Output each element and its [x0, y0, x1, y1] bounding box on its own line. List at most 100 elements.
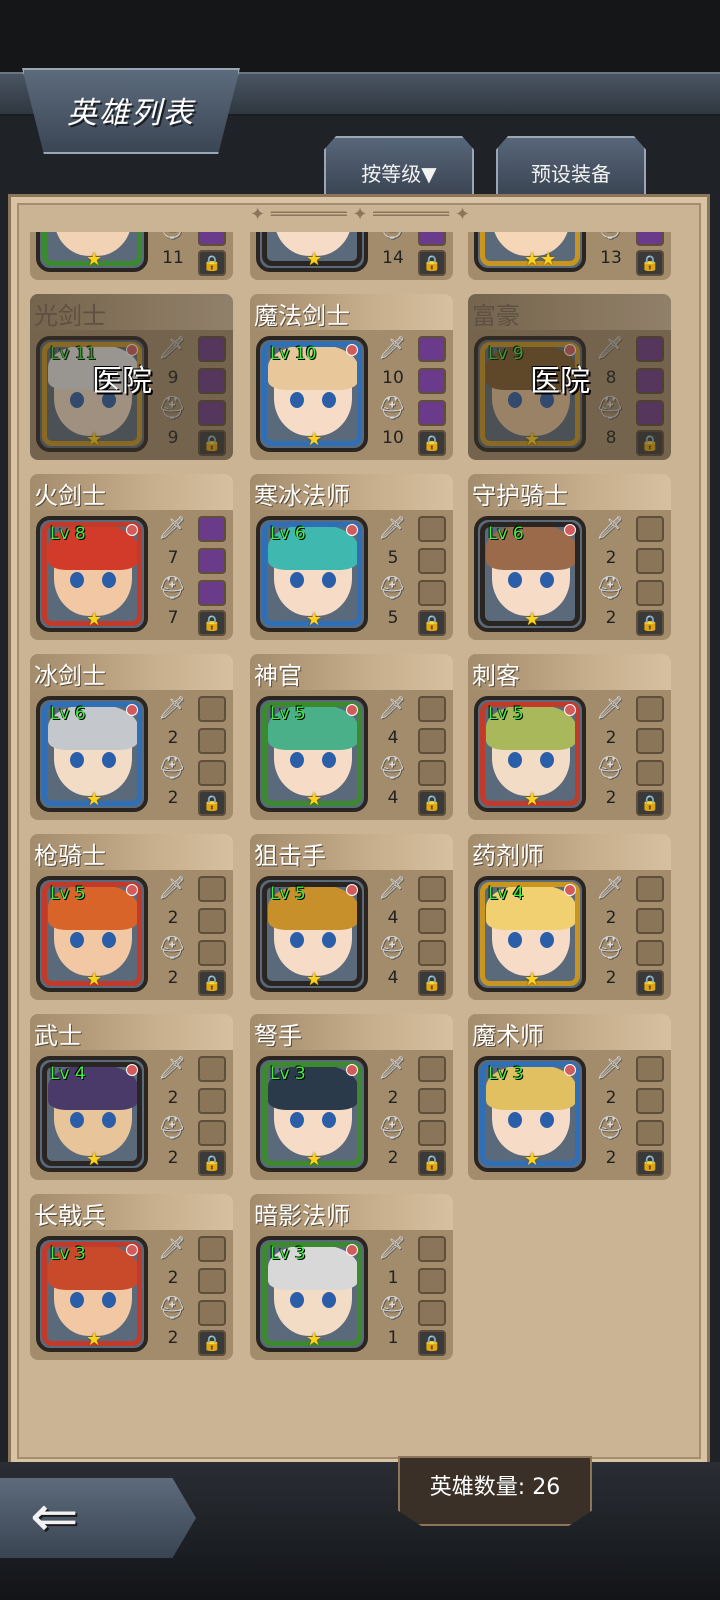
equipment-slot[interactable]: [418, 548, 446, 574]
hero-portrait[interactable]: Lv 3 ★: [256, 1056, 368, 1172]
equipment-slot[interactable]: [198, 548, 226, 574]
lock-icon[interactable]: 🔒: [198, 970, 226, 996]
hero-card[interactable]: 冰剑士 Lv 6 ★ 🗡 2 ⛑ 2 🔒: [30, 654, 233, 820]
hero-portrait[interactable]: Lv 5 ★: [256, 876, 368, 992]
equipment-slot[interactable]: [198, 1268, 226, 1294]
hero-card[interactable]: 狙击手 Lv 5 ★ 🗡 4 ⛑ 4 🔒: [250, 834, 453, 1000]
equipment-slot[interactable]: [418, 728, 446, 754]
lock-icon[interactable]: 🔒: [636, 1150, 664, 1176]
equipment-slot[interactable]: [418, 696, 446, 722]
equipment-slot[interactable]: [418, 908, 446, 934]
hero-card[interactable]: 枪骑士 Lv 5 ★ 🗡 2 ⛑ 2 🔒: [30, 834, 233, 1000]
hero-card[interactable]: 暗影法师 Lv 3 ★ 🗡 1 ⛑ 1 🔒: [250, 1194, 453, 1360]
equipment-slot[interactable]: [198, 580, 226, 606]
hero-card[interactable]: 寒冰法师 Lv 6 ★ 🗡 5 ⛑ 5 🔒: [250, 474, 453, 640]
equipment-slot[interactable]: [418, 1268, 446, 1294]
equipment-slot[interactable]: [636, 696, 664, 722]
lock-icon[interactable]: 🔒: [418, 610, 446, 636]
hero-portrait[interactable]: Lv 15★★: [474, 232, 586, 272]
equipment-slot[interactable]: [636, 876, 664, 902]
hero-card[interactable]: 守护骑士 Lv 6 ★ 🗡 2 ⛑ 2 🔒: [468, 474, 671, 640]
lock-icon[interactable]: 🔒: [418, 1150, 446, 1176]
hero-portrait[interactable]: Lv 6 ★: [36, 696, 148, 812]
hero-card[interactable]: Lv 15★★🗡13⛑13🔒: [468, 232, 671, 280]
lock-icon[interactable]: 🔒: [198, 610, 226, 636]
hero-card[interactable]: 魔术师 Lv 3 ★ 🗡 2 ⛑ 2 🔒: [468, 1014, 671, 1180]
equipment-slot[interactable]: [198, 728, 226, 754]
equipment-slot[interactable]: [198, 1300, 226, 1326]
lock-icon[interactable]: 🔒: [198, 1330, 226, 1356]
equipment-slot[interactable]: [198, 876, 226, 902]
hero-card[interactable]: 魔法剑士 Lv 10 ★ 🗡 10 ⛑ 10 🔒: [250, 294, 453, 460]
equipment-slot[interactable]: [198, 1088, 226, 1114]
equipment-slot[interactable]: [636, 908, 664, 934]
hero-card[interactable]: 光剑士 Lv 11 ★ 🗡 9 ⛑ 9 🔒 医院: [30, 294, 233, 460]
hero-portrait[interactable]: Lv 10 ★: [256, 336, 368, 452]
hero-portrait[interactable]: Lv 3 ★: [474, 1056, 586, 1172]
equipment-slot[interactable]: [636, 940, 664, 966]
equipment-slot[interactable]: [418, 1236, 446, 1262]
hero-portrait[interactable]: Lv 3 ★: [36, 1236, 148, 1352]
preset-equipment-button[interactable]: 预设装备: [496, 136, 646, 198]
equipment-slot[interactable]: [418, 580, 446, 606]
hero-portrait[interactable]: Lv 3 ★: [256, 1236, 368, 1352]
equipment-slot[interactable]: [636, 548, 664, 574]
equipment-slot[interactable]: [418, 876, 446, 902]
hero-card[interactable]: 刺客 Lv 5 ★ 🗡 2 ⛑ 2 🔒: [468, 654, 671, 820]
back-button[interactable]: ⇐: [0, 1478, 196, 1558]
equipment-slot[interactable]: [198, 760, 226, 786]
equipment-slot[interactable]: [636, 760, 664, 786]
lock-icon[interactable]: 🔒: [198, 790, 226, 816]
equipment-slot[interactable]: [418, 1056, 446, 1082]
equipment-slot[interactable]: [418, 232, 446, 246]
equipment-slot[interactable]: [418, 760, 446, 786]
equipment-slot[interactable]: [198, 1056, 226, 1082]
hero-portrait[interactable]: Lv 18★: [256, 232, 368, 272]
equipment-slot[interactable]: [418, 1088, 446, 1114]
equipment-slot[interactable]: [636, 1120, 664, 1146]
hero-card[interactable]: 富豪 Lv 9 ★ 🗡 8 ⛑ 8 🔒 医院: [468, 294, 671, 460]
hero-card[interactable]: 药剂师 Lv 4 ★ 🗡 2 ⛑ 2 🔒: [468, 834, 671, 1000]
equipment-slot[interactable]: [636, 1088, 664, 1114]
hero-card[interactable]: 武士 Lv 4 ★ 🗡 2 ⛑ 2 🔒: [30, 1014, 233, 1180]
hero-card[interactable]: 弩手 Lv 3 ★ 🗡 2 ⛑ 2 🔒: [250, 1014, 453, 1180]
equipment-slot[interactable]: [198, 1120, 226, 1146]
equipment-slot[interactable]: [636, 728, 664, 754]
lock-icon[interactable]: 🔒: [636, 610, 664, 636]
equipment-slot[interactable]: [418, 400, 446, 426]
equipment-slot[interactable]: [636, 232, 664, 246]
hero-grid[interactable]: Lv 18★🗡11⛑11🔒酒馆 Lv 18★🗡14⛑14🔒 Lv 15★★🗡13⛑1…: [30, 232, 680, 1428]
equipment-slot[interactable]: [418, 336, 446, 362]
lock-icon[interactable]: 🔒: [636, 970, 664, 996]
equipment-slot[interactable]: [198, 696, 226, 722]
hero-portrait[interactable]: Lv 8 ★: [36, 516, 148, 632]
lock-icon[interactable]: 🔒: [198, 1150, 226, 1176]
sort-by-level-button[interactable]: 按等级▼: [324, 136, 474, 198]
hero-card[interactable]: 神官 Lv 5 ★ 🗡 4 ⛑ 4 🔒: [250, 654, 453, 820]
lock-icon[interactable]: 🔒: [418, 790, 446, 816]
hero-portrait[interactable]: Lv 4 ★: [36, 1056, 148, 1172]
equipment-slot[interactable]: [636, 1056, 664, 1082]
lock-icon[interactable]: 🔒: [636, 250, 664, 276]
lock-icon[interactable]: 🔒: [418, 250, 446, 276]
hero-card[interactable]: Lv 18★🗡14⛑14🔒: [250, 232, 453, 280]
hero-portrait[interactable]: Lv 5 ★: [36, 876, 148, 992]
equipment-slot[interactable]: [198, 516, 226, 542]
hero-card[interactable]: 火剑士 Lv 8 ★ 🗡 7 ⛑ 7 🔒: [30, 474, 233, 640]
equipment-slot[interactable]: [198, 908, 226, 934]
hero-portrait[interactable]: Lv 6 ★: [256, 516, 368, 632]
equipment-slot[interactable]: [636, 580, 664, 606]
hero-card[interactable]: Lv 18★🗡11⛑11🔒酒馆: [30, 232, 233, 280]
equipment-slot[interactable]: [198, 1236, 226, 1262]
hero-card[interactable]: 长戟兵 Lv 3 ★ 🗡 2 ⛑ 2 🔒: [30, 1194, 233, 1360]
hero-portrait[interactable]: Lv 5 ★: [474, 696, 586, 812]
lock-icon[interactable]: 🔒: [418, 970, 446, 996]
equipment-slot[interactable]: [418, 368, 446, 394]
lock-icon[interactable]: 🔒: [418, 430, 446, 456]
equipment-slot[interactable]: [418, 516, 446, 542]
lock-icon[interactable]: 🔒: [636, 790, 664, 816]
hero-portrait[interactable]: Lv 4 ★: [474, 876, 586, 992]
equipment-slot[interactable]: [418, 940, 446, 966]
lock-icon[interactable]: 🔒: [418, 1330, 446, 1356]
hero-portrait[interactable]: Lv 5 ★: [256, 696, 368, 812]
